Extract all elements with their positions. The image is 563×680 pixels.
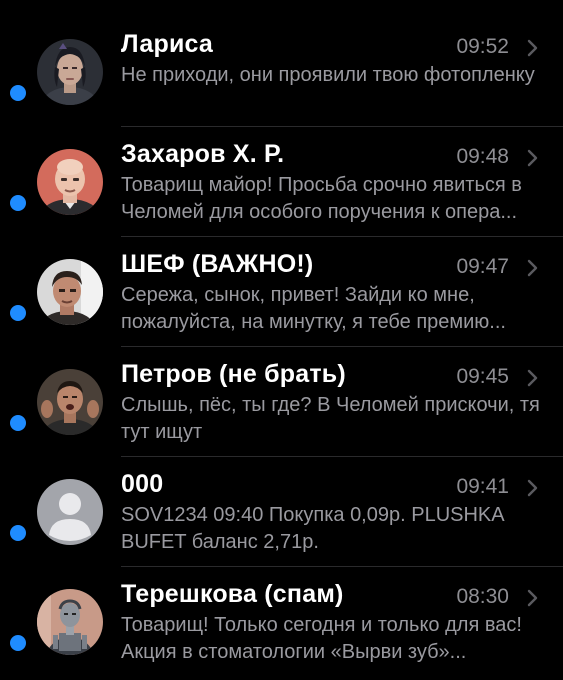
message-time: 09:52 (456, 35, 509, 58)
avatar (37, 479, 103, 545)
message-preview: Товарищ майор! Просьба срочно явиться в … (121, 174, 522, 223)
chevron-right-icon (527, 589, 538, 607)
chevron-right-icon (527, 39, 538, 57)
conversation-row[interactable]: Терешкова (спам) 08:30 Товарищ! Только с… (0, 567, 563, 677)
message-preview: Не приходи, они проявили твою фотопленку (121, 64, 535, 86)
avatar (37, 589, 103, 655)
conversation-row[interactable]: Захаров Х. Р. 09:48 Товарищ майор! Прось… (0, 127, 563, 237)
shouting-man-portrait-icon (37, 369, 103, 435)
chevron-right-icon (527, 149, 538, 167)
avatar (37, 39, 103, 105)
message-time: 08:30 (456, 585, 509, 608)
conversation-row[interactable]: Петров (не брать) 09:45 Слышь, пёс, ты г… (0, 347, 563, 457)
chevron-right-icon (527, 369, 538, 387)
avatar (37, 149, 103, 215)
default-person-icon (37, 479, 103, 545)
message-time: 09:47 (456, 255, 509, 278)
unread-indicator (10, 305, 26, 321)
man-portrait-icon (37, 259, 103, 325)
avatar (37, 259, 103, 325)
chevron-right-icon (527, 259, 538, 277)
conversation-row[interactable]: Лариса 09:52 Не приходи, они проявили тв… (0, 17, 563, 127)
bald-man-portrait-icon (37, 149, 103, 215)
chevron-right-icon (527, 479, 538, 497)
contact-name: Петров (не брать) (121, 360, 346, 388)
message-preview: SOV1234 09:40 Покупка 0,09р. PLUSHKA BUF… (121, 504, 504, 553)
contact-name: Терешкова (спам) (121, 580, 344, 608)
message-time: 09:45 (456, 365, 509, 388)
contact-name: 000 (121, 470, 164, 498)
avatar (37, 369, 103, 435)
contact-name: ШЕФ (ВАЖНО!) (121, 250, 314, 278)
message-preview: Слышь, пёс, ты где? В Челомей прискочи, … (121, 394, 540, 443)
unread-indicator (10, 525, 26, 541)
unread-indicator (10, 635, 26, 651)
contact-name: Лариса (121, 30, 214, 58)
contact-name: Захаров Х. Р. (121, 140, 285, 168)
unread-indicator (10, 415, 26, 431)
unread-indicator (10, 85, 26, 101)
robot-woman-portrait-icon (37, 589, 103, 655)
woman-portrait-icon (37, 39, 103, 105)
conversation-row[interactable]: ШЕФ (ВАЖНО!) 09:47 Сережа, сынок, привет… (0, 237, 563, 347)
conversation-row[interactable]: 000 09:41 SOV1234 09:40 Покупка 0,09р. P… (0, 457, 563, 567)
message-preview: Сережа, сынок, привет! Зайди ко мне, пож… (121, 284, 506, 333)
message-preview: Товарищ! Только сегодня и только для вас… (121, 614, 522, 663)
unread-indicator (10, 195, 26, 211)
message-list: Лариса 09:52 Не приходи, они проявили тв… (0, 17, 563, 677)
message-time: 09:41 (456, 475, 509, 498)
message-time: 09:48 (456, 145, 509, 168)
